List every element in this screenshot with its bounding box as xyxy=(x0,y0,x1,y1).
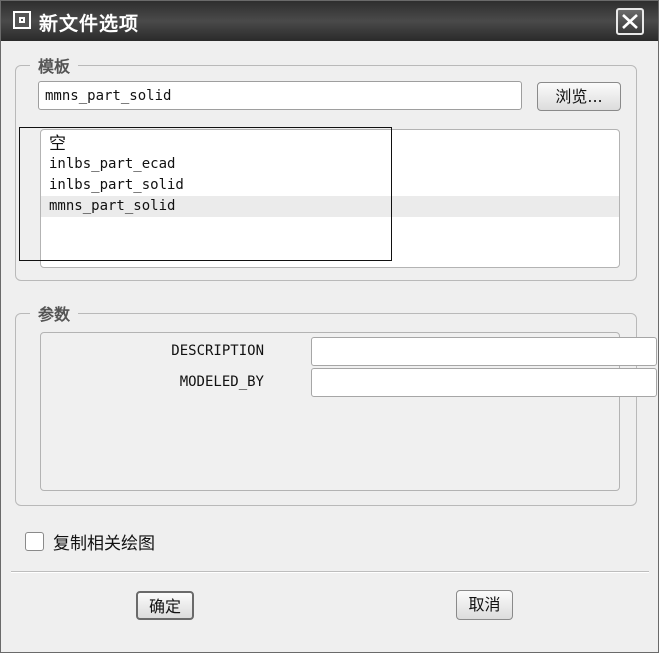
description-field[interactable] xyxy=(311,337,657,366)
footer-divider xyxy=(11,571,649,573)
copy-drawings-label[interactable]: 复制相关绘图 xyxy=(53,529,155,554)
list-item-selected[interactable]: mmns_part_solid xyxy=(41,196,619,217)
template-group-legend: 模板 xyxy=(38,57,71,76)
cancel-button[interactable]: 取消 xyxy=(456,590,513,620)
dialog-title: 新文件选项 xyxy=(39,13,140,35)
close-icon xyxy=(622,14,638,29)
parameters-group-legend: 参数 xyxy=(38,305,71,324)
title-bar[interactable]: 新文件选项 xyxy=(1,1,658,41)
list-item[interactable]: inlbs_part_solid xyxy=(41,175,619,196)
parameters-panel: DESCRIPTION MODELED_BY xyxy=(40,332,657,491)
list-item[interactable]: inlbs_part_ecad xyxy=(41,154,619,175)
template-list[interactable]: 空 inlbs_part_ecad inlbs_part_solid mmns_… xyxy=(40,129,620,268)
ok-button[interactable]: 确定 xyxy=(136,591,194,620)
copy-drawings-checkbox[interactable] xyxy=(25,532,44,551)
modeled-by-field[interactable] xyxy=(311,368,657,397)
description-label: DESCRIPTION xyxy=(171,343,264,359)
modeled-by-label: MODELED_BY xyxy=(179,374,264,390)
dialog-window-icon xyxy=(13,11,31,29)
close-button[interactable] xyxy=(616,8,644,35)
list-item[interactable]: 空 xyxy=(41,134,619,155)
browse-button[interactable]: 浏览... xyxy=(537,82,621,111)
new-file-options-dialog: 新文件选项 模板 浏览... 空 inlbs_part_ecad inlbs_p… xyxy=(0,0,659,653)
template-name-input[interactable] xyxy=(38,81,522,110)
